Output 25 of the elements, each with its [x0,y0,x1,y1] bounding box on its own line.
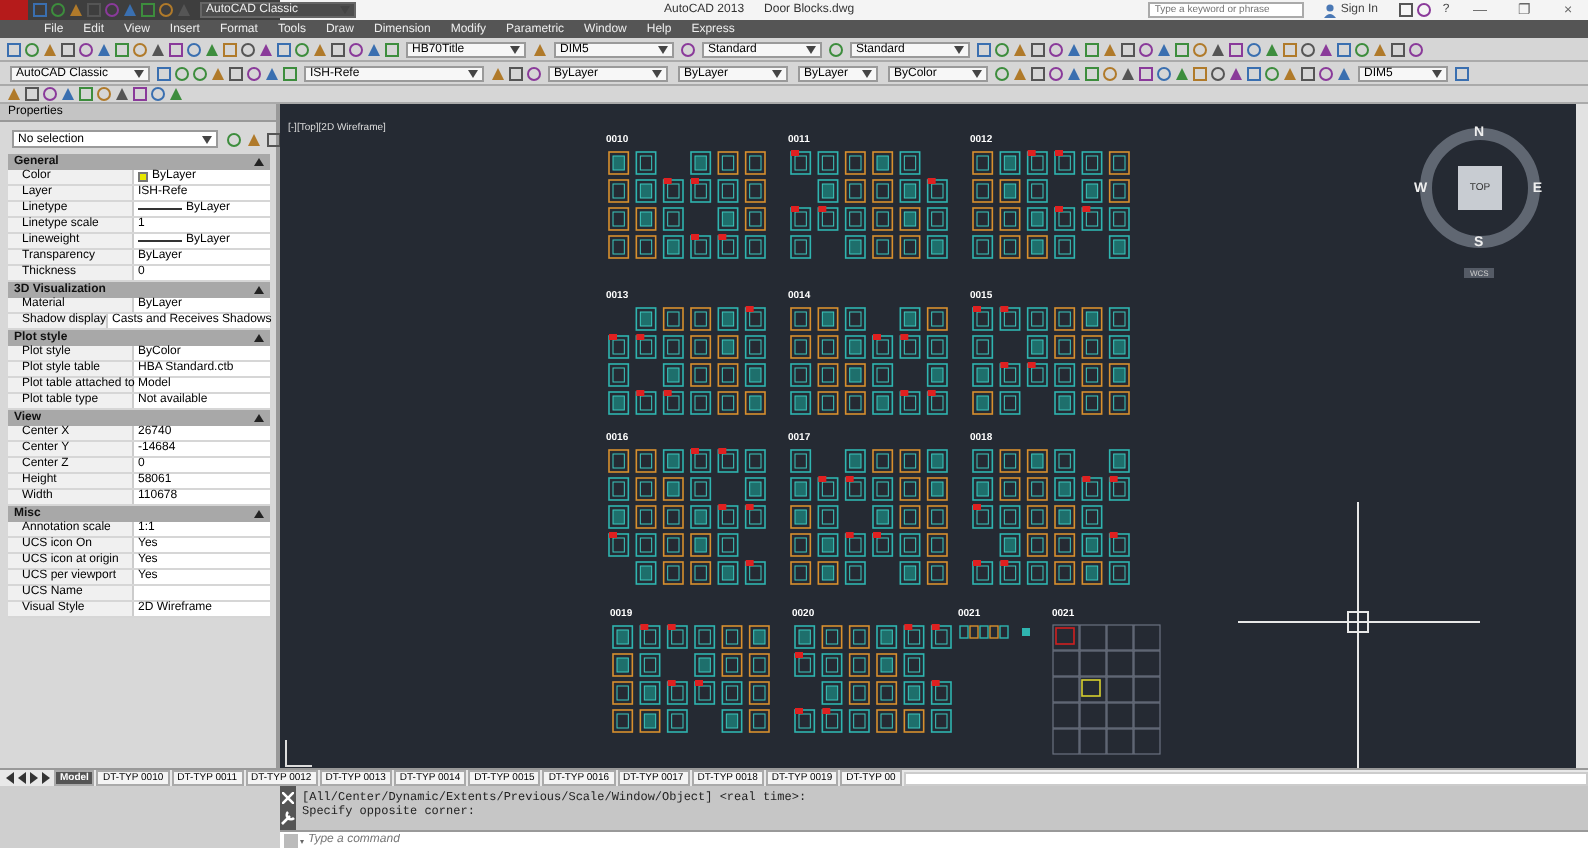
empty-grid-drawing [1052,624,1162,756]
linetype-sample [138,208,182,210]
caret-icon [134,69,144,77]
caret-icon [954,45,964,53]
close-button[interactable] [282,792,294,804]
linetype-sample [138,240,182,242]
caret-icon [658,45,668,53]
caret-icon [806,45,816,53]
caret-icon [772,69,782,77]
caret-icon [202,135,212,143]
caret-icon [972,69,982,77]
caret-icon [468,69,478,77]
caret-icon [510,45,520,53]
tool-icon[interactable] [680,41,696,57]
command-prompt-icon [284,833,304,847]
user-icon [1324,3,1337,17]
close-icon [282,792,294,804]
caret-icon [862,69,872,77]
scrollbar[interactable] [903,771,1588,785]
color-swatch-icon [138,172,148,182]
caret-icon [652,69,662,77]
scrollbar[interactable] [1576,104,1588,768]
wrench-icon[interactable] [280,810,296,826]
caret-icon [1432,69,1442,77]
caret-icon [340,6,350,14]
